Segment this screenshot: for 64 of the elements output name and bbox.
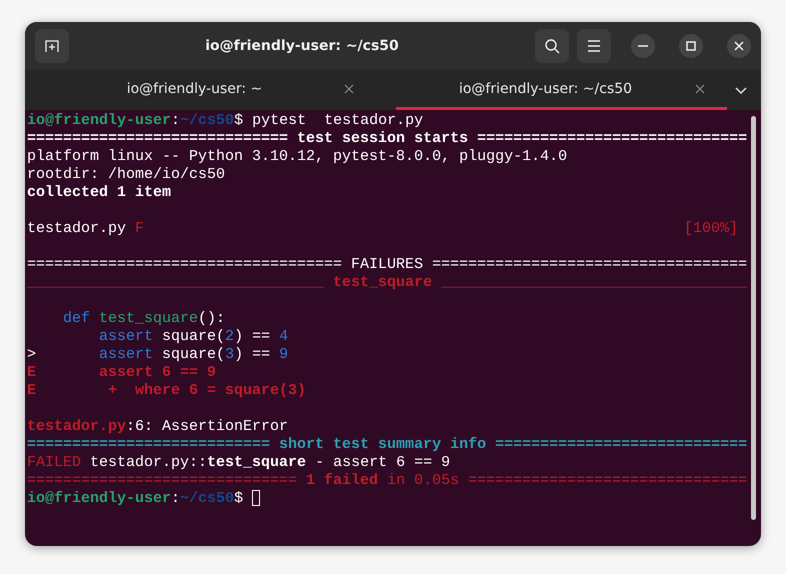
maximize-button[interactable] [679,34,703,58]
terminal-text: ============================== [27,472,298,490]
search-button[interactable] [535,29,569,63]
terminal-text: [100%] [684,220,738,238]
terminal-text: 2 [225,328,234,346]
terminal-text: ~/cs50 [180,490,234,508]
new-tab-icon [44,38,60,54]
window-title: io@friendly-user: ~/cs50 [204,38,400,54]
terminal-text: ) == [234,328,270,346]
terminal-text: ============================= test session starts ============================== [27,130,748,148]
terminal-text: $ [234,490,244,508]
chevron-down-icon [735,86,747,94]
terminal-text: io@friendly-user [27,112,172,130]
terminal-text: =================================== FAILURES =================================== [27,256,748,274]
terminal-text: ) == [234,346,270,364]
minimize-icon [638,45,648,47]
terminal-text: assert [98,346,154,364]
terminal-text: > [27,346,36,364]
tab[interactable]: io@friendly-user: ~/cs50 [396,70,727,110]
terminal-text: $ pytest testador.py [234,112,424,130]
terminal-text: - assert 6 == 9 [314,454,450,472]
terminal-text: testador.py:: [89,454,208,472]
menu-button[interactable] [577,29,611,63]
terminal-text: 9 [278,346,288,364]
new-tab-button[interactable] [35,29,69,63]
search-icon [544,38,560,54]
terminal-text: rootdir: /home/io/cs50 [27,166,226,184]
terminal-text: collected 1 item [27,184,172,202]
tab-close-button[interactable] [695,84,705,94]
terminal-text: def [62,310,90,328]
terminal-text: 1 failed [305,472,378,490]
close-button[interactable] [727,34,751,58]
terminal-text: test_square [98,310,198,328]
terminal-text: test_square [207,454,306,472]
terminal-text: : [171,112,180,130]
terminal-text: (): [198,310,226,328]
menu-icon [587,40,601,52]
terminal-text: testador.py [27,220,126,238]
terminal-text: 3 [225,346,234,364]
minimize-button[interactable] [631,34,655,58]
close-icon [695,84,705,94]
terminal-text: ~/cs50 [180,112,234,130]
terminal-text: FAILED [27,454,82,472]
terminal-text: 4 [278,328,288,346]
terminal-text: in 0.05s =============================== [386,472,748,490]
terminal-text: E + where 6 = square(3) [27,382,306,400]
scrollbar[interactable] [751,116,756,520]
terminal-text: =========================== short test summary info ============================ [27,436,748,454]
terminal-text: E assert 6 == 9 [27,364,216,382]
terminal-text: platform linux -- Python 3.10.12, pytest-8.0.0, pluggy-1.4.0 [27,148,568,166]
terminal-text: io@friendly-user [27,490,172,508]
terminal-text: assert [98,328,154,346]
maximize-icon [686,41,696,51]
terminal-text: :6: AssertionError [126,418,288,436]
close-icon [734,41,744,51]
tab[interactable]: io@friendly-user: ~ [45,70,376,110]
close-icon [344,84,354,94]
terminal-text: _________________________________ test_square __________________________________ [27,274,748,292]
terminal-text: F [134,220,144,238]
terminal-text: square( [161,328,226,346]
terminal-text: : [171,490,180,508]
terminal-text: testador.py [27,418,126,436]
tab-close-button[interactable] [344,84,354,94]
terminal-text: square( [161,346,226,364]
